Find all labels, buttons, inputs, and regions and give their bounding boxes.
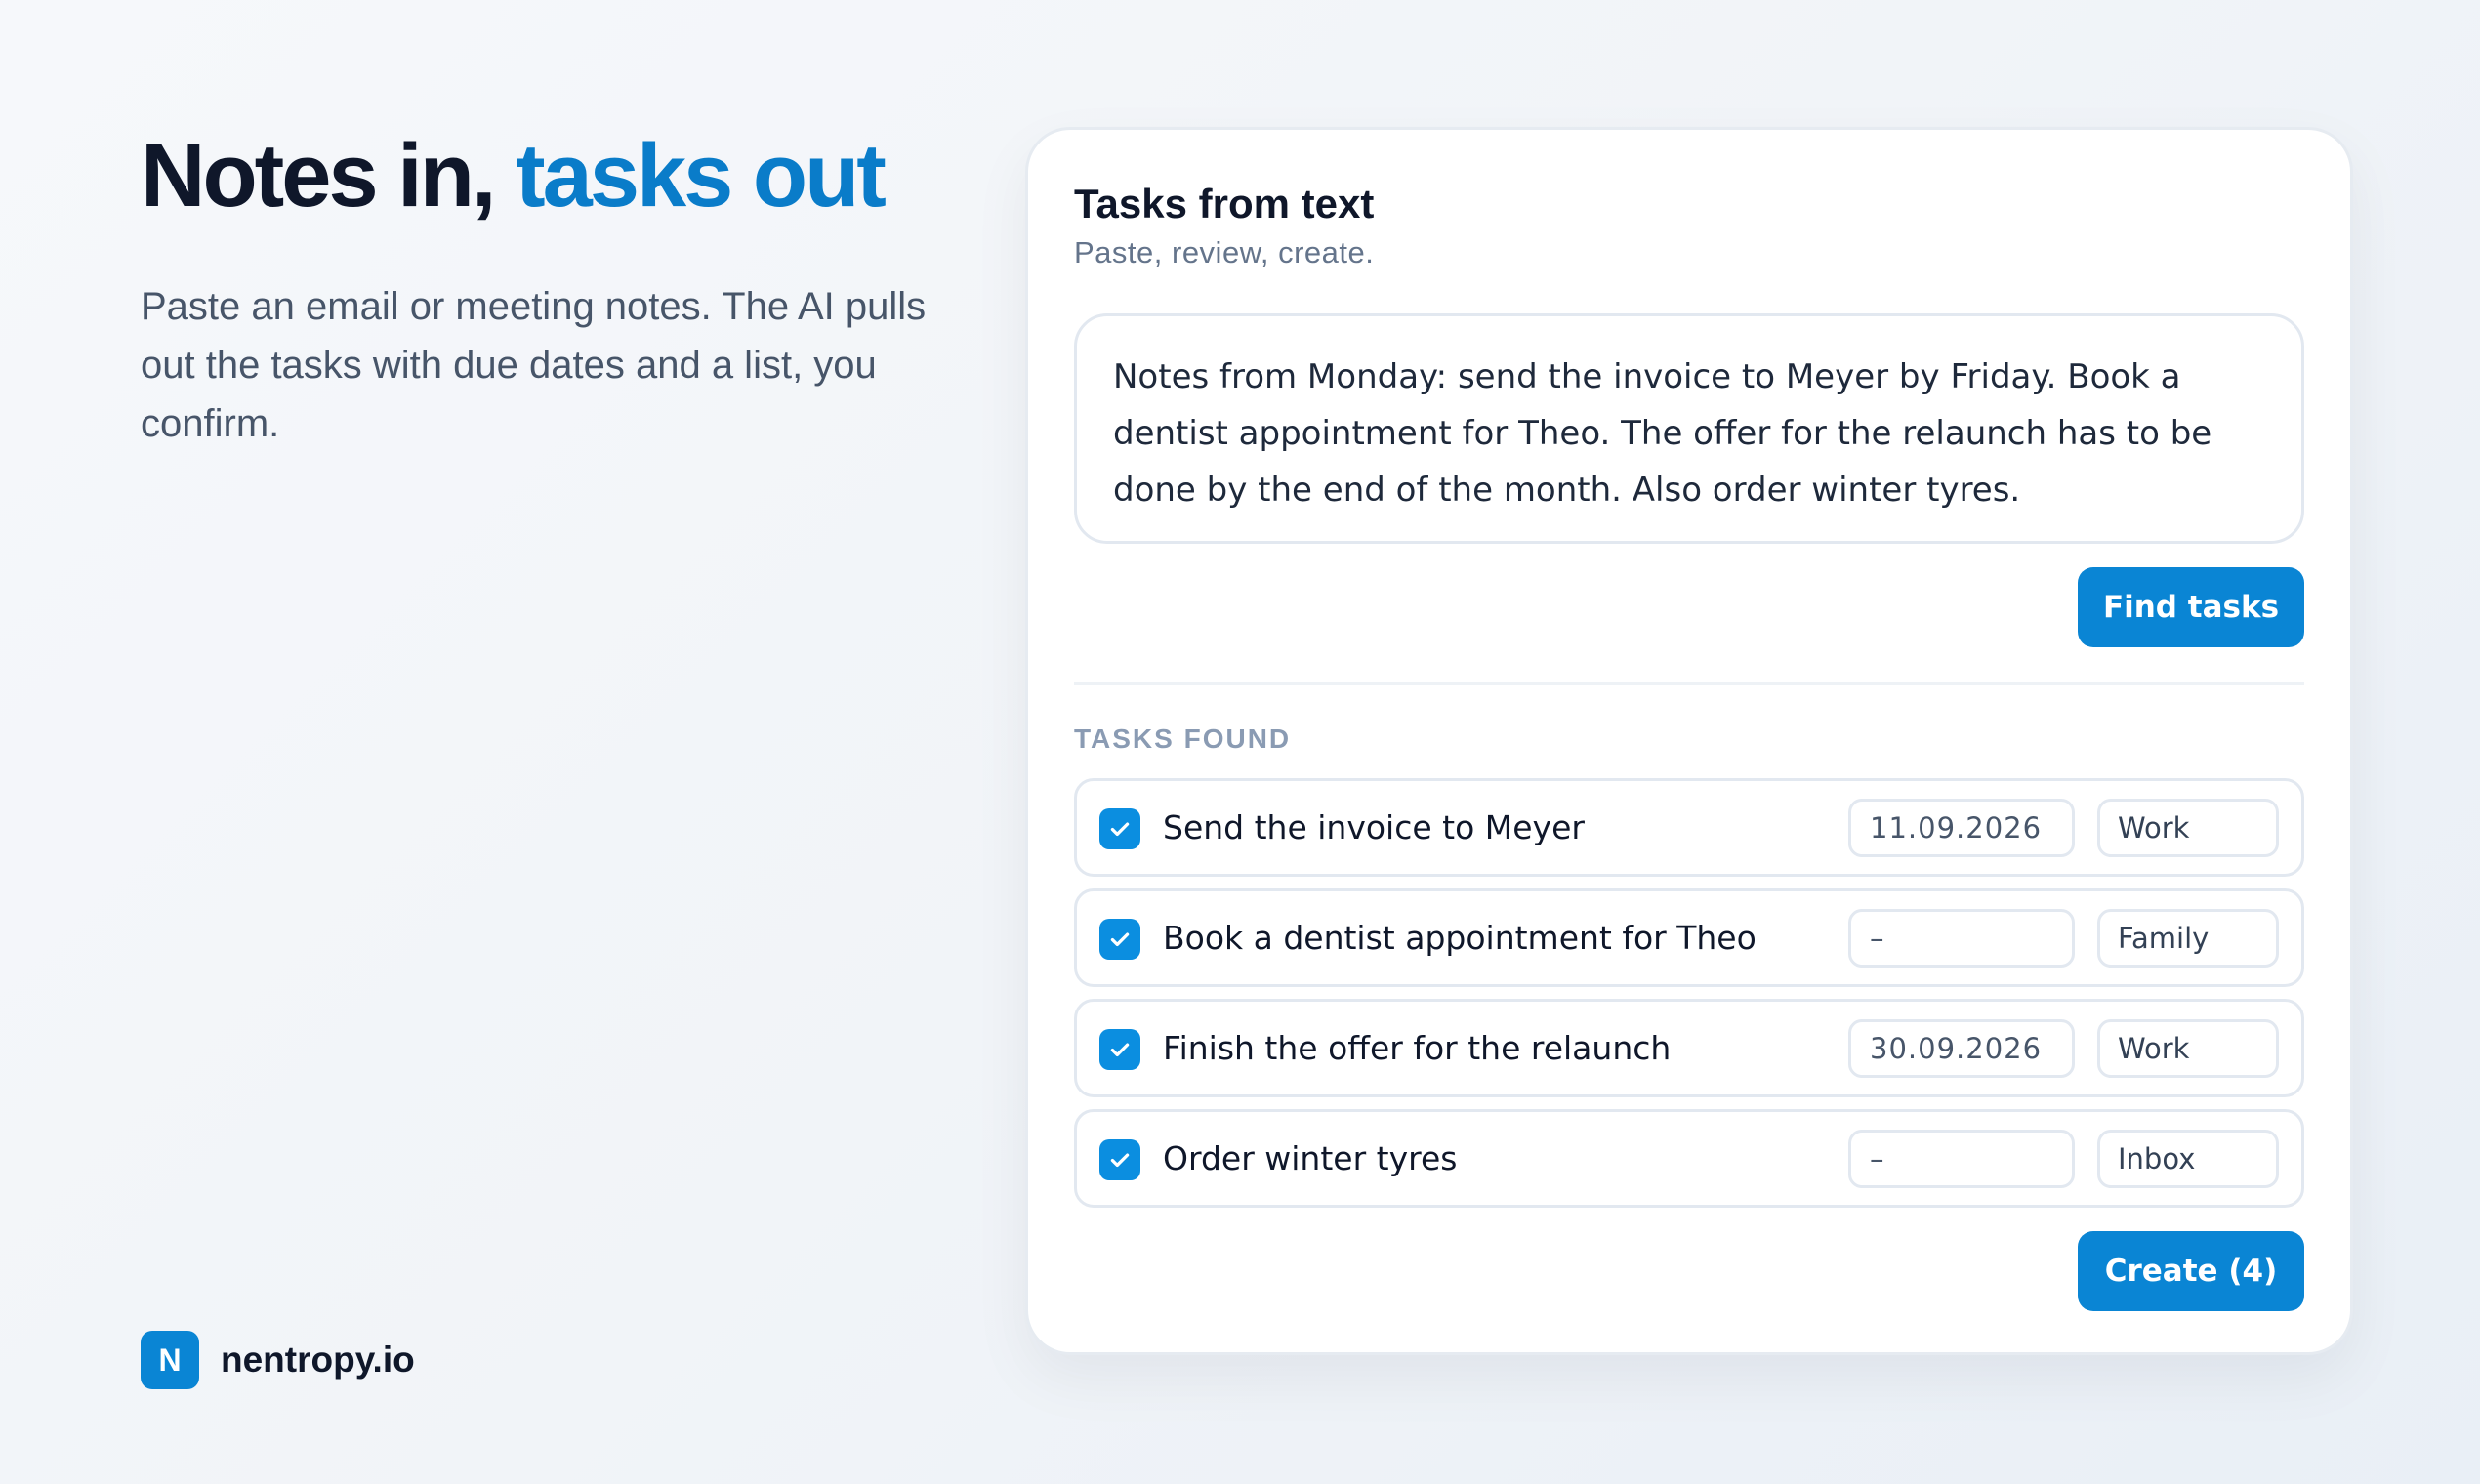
hero-subtitle: Paste an email or meeting notes. The AI … — [141, 284, 927, 445]
task-checkbox[interactable] — [1099, 1029, 1140, 1070]
task-title[interactable]: Send the invoice to Meyer — [1163, 781, 1585, 874]
notes-input[interactable]: Notes from Monday: send the invoice to M… — [1074, 313, 2304, 544]
task-due-date-field[interactable]: – — [1848, 909, 2075, 968]
hero-title-main: Notes in, — [141, 126, 517, 226]
task-title[interactable]: Finish the offer for the relaunch — [1163, 1002, 1671, 1094]
create-tasks-button[interactable]: Create (4) — [2078, 1231, 2304, 1311]
task-row: Order winter tyres – Inbox — [1074, 1109, 2304, 1208]
task-due-date-field[interactable]: – — [1848, 1130, 2075, 1188]
task-row: Send the invoice to Meyer 11.09.2026 Wor… — [1074, 778, 2304, 877]
task-title[interactable]: Order winter tyres — [1163, 1112, 1457, 1205]
task-due-date-field[interactable]: 30.09.2026 — [1848, 1019, 2075, 1078]
check-icon — [1110, 1043, 1130, 1057]
task-list-select[interactable]: Family — [2097, 909, 2279, 968]
hero: Notes in, tasks out Paste an email or me… — [141, 125, 941, 453]
divider — [1074, 682, 2304, 685]
tasks-card: Tasks from text Paste, review, create. N… — [1025, 127, 2353, 1355]
card-title: Tasks from text — [1074, 181, 1375, 227]
task-checkbox[interactable] — [1099, 808, 1140, 849]
task-row: Book a dentist appointment for Theo – Fa… — [1074, 888, 2304, 987]
task-list-select[interactable]: Inbox — [2097, 1130, 2279, 1188]
hero-title-accent: tasks out — [516, 126, 887, 226]
task-title[interactable]: Book a dentist appointment for Theo — [1163, 891, 1757, 984]
task-list-select[interactable]: Work — [2097, 1019, 2279, 1078]
task-row: Finish the offer for the relaunch 30.09.… — [1074, 999, 2304, 1097]
check-icon — [1110, 1153, 1130, 1168]
brand[interactable]: N nentropy.io — [141, 1331, 415, 1389]
hero-title: Notes in, tasks out — [141, 125, 941, 228]
task-checkbox[interactable] — [1099, 1139, 1140, 1180]
check-icon — [1110, 932, 1130, 947]
task-checkbox[interactable] — [1099, 919, 1140, 960]
task-list-select[interactable]: Work — [2097, 799, 2279, 857]
tasks-found-label: TASKS FOUND — [1074, 723, 1292, 754]
card-subtitle: Paste, review, create. — [1074, 235, 1375, 269]
find-tasks-button[interactable]: Find tasks — [2078, 567, 2304, 647]
brand-logo-icon: N — [141, 1331, 199, 1389]
task-due-date-field[interactable]: 11.09.2026 — [1848, 799, 2075, 857]
brand-name: nentropy.io — [221, 1340, 415, 1380]
check-icon — [1110, 822, 1130, 837]
